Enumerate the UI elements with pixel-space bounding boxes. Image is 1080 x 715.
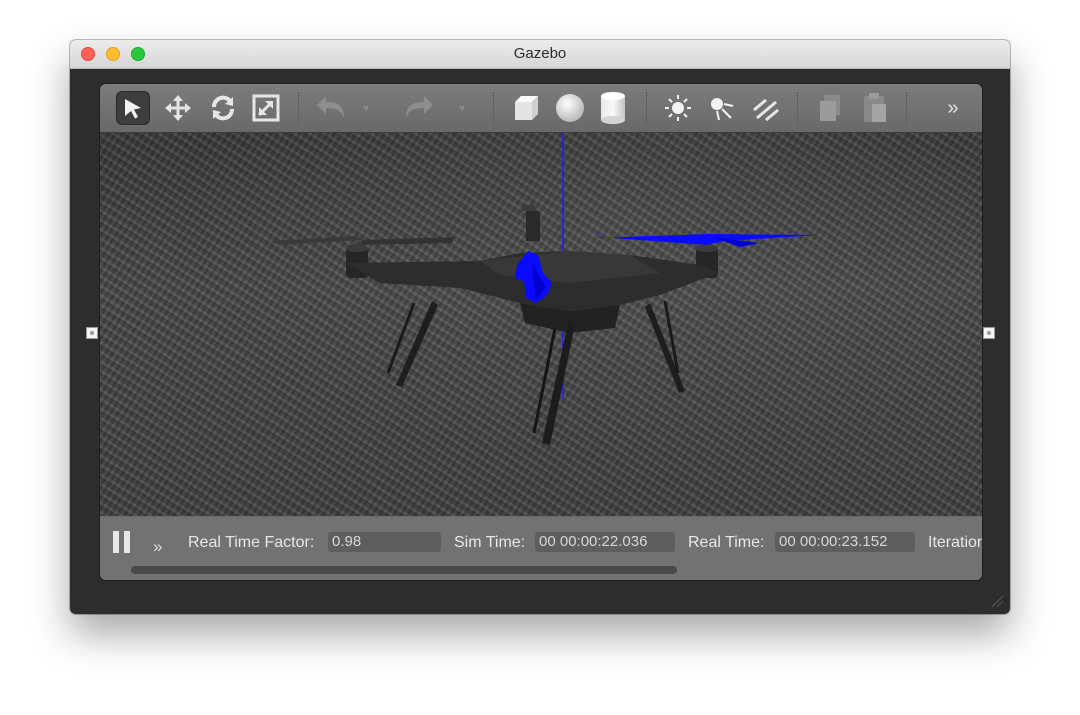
- gazebo-main-frame: ▾ ▾ » » Real Time Factor: 0.98 Sim Time:…: [99, 83, 983, 581]
- window-title: Gazebo: [513, 45, 567, 62]
- scale-mode-button[interactable]: [249, 91, 283, 125]
- overflow-chevron-icon: »: [947, 97, 959, 119]
- select-mode-button[interactable]: [116, 91, 150, 125]
- scale-icon: [252, 94, 280, 122]
- undo-button[interactable]: [314, 91, 348, 125]
- left-panel-splitter-handle[interactable]: [86, 327, 98, 339]
- insert-sphere-button[interactable]: [553, 91, 587, 125]
- pause-button[interactable]: [113, 531, 131, 553]
- redo-history-dropdown-icon: ▾: [458, 101, 466, 115]
- insert-directional-light-button[interactable]: [748, 91, 782, 125]
- toolbar-separator: [646, 92, 647, 124]
- copy-button[interactable]: [814, 91, 848, 125]
- select-arrow-icon: [125, 99, 141, 119]
- status-bar: » Real Time Factor: 0.98 Sim Time: 00 00…: [100, 517, 982, 580]
- iterations-label: Iteration: [928, 534, 983, 551]
- undo-icon: [317, 96, 344, 118]
- real-time-label: Real Time:: [688, 534, 765, 551]
- spot-light-icon: [711, 98, 734, 121]
- redo-icon: [406, 96, 433, 118]
- sphere-shape-icon: [556, 94, 584, 122]
- step-forward-icon[interactable]: »: [153, 537, 162, 557]
- toolbar-separator: [493, 92, 494, 124]
- sim-time-label: Sim Time:: [454, 534, 526, 551]
- 3d-viewport[interactable]: [100, 133, 982, 516]
- sim-time-value: 00 00:00:22.036: [535, 532, 675, 552]
- pause-icon: [113, 531, 119, 553]
- box-shape-icon: [515, 96, 538, 120]
- insert-box-button[interactable]: [509, 91, 543, 125]
- insert-cylinder-button[interactable]: [596, 91, 630, 125]
- copy-icon: [820, 95, 840, 121]
- rotate-mode-button[interactable]: [206, 91, 240, 125]
- toolbar-overflow-button[interactable]: »: [936, 91, 970, 125]
- undo-history-dropdown-icon: ▾: [362, 101, 370, 115]
- pause-icon-bar: [124, 531, 130, 553]
- insert-point-light-button[interactable]: [661, 91, 695, 125]
- redo-button[interactable]: [402, 91, 436, 125]
- cylinder-shape-icon: [601, 92, 625, 124]
- undo-history-dropdown[interactable]: ▾: [358, 91, 374, 125]
- rotate-icon: [212, 95, 234, 121]
- status-horizontal-scrollbar[interactable]: [131, 566, 677, 574]
- real-time-factor-value: 0.98: [328, 532, 441, 552]
- toolbar-separator: [797, 92, 798, 124]
- paste-button[interactable]: [857, 91, 891, 125]
- scene-render[interactable]: [100, 133, 982, 516]
- insert-spot-light-button[interactable]: [704, 91, 738, 125]
- resize-grip-icon[interactable]: [990, 594, 1004, 608]
- toolbar: ▾ ▾ »: [100, 84, 982, 133]
- toolbar-separator: [906, 92, 907, 124]
- translate-mode-button[interactable]: [161, 91, 195, 125]
- title-bar[interactable]: Gazebo: [70, 40, 1010, 69]
- paste-icon: [864, 93, 886, 122]
- quadcopter-drone[interactable]: [270, 205, 818, 445]
- point-light-icon: [665, 95, 691, 121]
- gazebo-window: Gazebo ▾ ▾ » » Real Time Factor: 0.98 Si…: [70, 40, 1010, 614]
- right-panel-splitter-handle[interactable]: [983, 327, 995, 339]
- real-time-value: 00 00:00:23.152: [775, 532, 915, 552]
- translate-icon: [165, 95, 191, 121]
- toolbar-separator: [298, 92, 299, 124]
- redo-history-dropdown[interactable]: ▾: [454, 91, 470, 125]
- directional-light-icon: [753, 98, 779, 122]
- selected-propeller-front-right[interactable]: [596, 234, 818, 245]
- real-time-factor-label: Real Time Factor:: [188, 534, 315, 551]
